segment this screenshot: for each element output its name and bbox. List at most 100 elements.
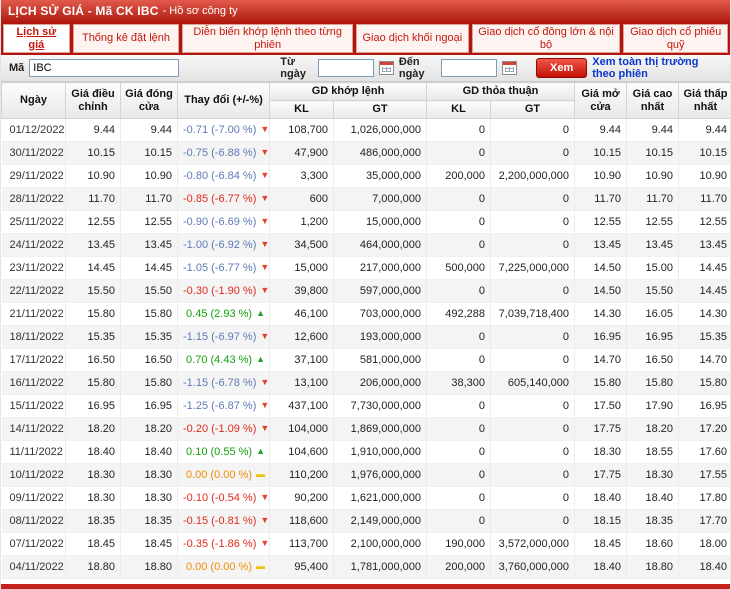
cell-change: -1.25 (-6.87 %)▼	[178, 395, 270, 418]
table-row: 29/11/202210.9010.90-0.80 (-6.84 %)▼3,30…	[2, 165, 731, 188]
cell-open-price: 10.90	[575, 165, 627, 188]
table-row: 28/11/202211.7011.70-0.85 (-6.77 %)▼6007…	[2, 188, 731, 211]
cell-change: -0.10 (-0.54 %)▼	[178, 487, 270, 510]
cell-putthrough-volume: 0	[427, 326, 491, 349]
cell-high-price: 10.90	[627, 165, 679, 188]
from-date-input[interactable]	[318, 59, 374, 77]
col-header-adjusted: Giá điều chỉnh	[66, 83, 121, 119]
cell-high-price: 17.90	[627, 395, 679, 418]
down-arrow-icon: ▼	[260, 193, 269, 203]
cell-low-price: 10.15	[679, 142, 730, 165]
cell-close-price: 15.50	[121, 280, 178, 303]
to-date-input[interactable]	[441, 59, 497, 77]
cell-high-price: 18.55	[627, 441, 679, 464]
cell-matched-value: 703,000,000	[334, 303, 427, 326]
cell-date: 21/11/2022	[2, 303, 66, 326]
cell-low-price: 15.80	[679, 372, 730, 395]
down-arrow-icon: ▼	[260, 331, 269, 341]
cell-putthrough-volume: 0	[427, 441, 491, 464]
tab-order-statistics[interactable]: Thống kê đặt lệnh	[73, 24, 180, 53]
cell-close-price: 11.70	[121, 188, 178, 211]
down-arrow-icon: ▼	[260, 285, 269, 295]
cell-adjusted-price: 15.80	[66, 303, 121, 326]
cell-low-price: 16.95	[679, 395, 730, 418]
tab-treasury-shares[interactable]: Giao dịch cổ phiếu quỹ	[623, 24, 728, 53]
tab-matched-orders-by-session[interactable]: Diễn biến khớp lệnh theo từng phiên	[182, 24, 353, 53]
cell-date: 15/11/2022	[2, 395, 66, 418]
tab-label: Giao dịch cổ đông lớn & nội bộ	[477, 26, 616, 51]
cell-putthrough-value: 0	[491, 395, 575, 418]
cell-open-price: 18.40	[575, 487, 627, 510]
cell-open-price: 17.75	[575, 464, 627, 487]
cell-putthrough-value: 7,039,718,400	[491, 303, 575, 326]
cell-adjusted-price: 18.45	[66, 533, 121, 556]
cell-putthrough-value: 7,225,000,000	[491, 257, 575, 280]
cell-change: -1.00 (-6.92 %)▼	[178, 234, 270, 257]
tab-foreign-trading[interactable]: Giao dịch khối ngoại	[356, 24, 469, 53]
up-arrow-icon: ▲	[256, 354, 265, 364]
cell-open-price: 14.70	[575, 349, 627, 372]
cell-high-price: 15.50	[627, 280, 679, 303]
cell-change: -0.85 (-6.77 %)▼	[178, 188, 270, 211]
change-value: -1.25 (-6.87 %)	[183, 400, 256, 412]
calendar-icon[interactable]	[502, 61, 517, 75]
cell-date: 18/11/2022	[2, 326, 66, 349]
cell-matched-value: 1,869,000,000	[334, 418, 427, 441]
col-header-high: Giá cao nhất	[627, 83, 679, 119]
cell-adjusted-price: 18.80	[66, 556, 121, 579]
change-value: -0.15 (-0.81 %)	[183, 515, 256, 527]
cell-matched-volume: 90,200	[270, 487, 334, 510]
cell-low-price: 13.45	[679, 234, 730, 257]
cell-putthrough-value: 0	[491, 188, 575, 211]
col-header-low: Giá thấp nhất	[679, 83, 730, 119]
cell-low-price: 17.80	[679, 487, 730, 510]
view-button[interactable]: Xem	[536, 58, 587, 78]
cell-putthrough-volume: 38,300	[427, 372, 491, 395]
cell-low-price: 10.90	[679, 165, 730, 188]
down-arrow-icon: ▼	[260, 423, 269, 433]
cell-open-price: 16.95	[575, 326, 627, 349]
cell-matched-value: 7,730,000,000	[334, 395, 427, 418]
cell-adjusted-price: 9.44	[66, 119, 121, 142]
symbol-input[interactable]	[29, 59, 179, 77]
cell-close-price: 15.80	[121, 372, 178, 395]
cell-adjusted-price: 11.70	[66, 188, 121, 211]
page-title: LỊCH SỬ GIÁ - Mã CK IBC	[8, 4, 159, 18]
cell-high-price: 18.30	[627, 464, 679, 487]
cell-putthrough-value: 0	[491, 441, 575, 464]
cell-matched-value: 206,000,000	[334, 372, 427, 395]
cell-change: -0.75 (-6.88 %)▼	[178, 142, 270, 165]
cell-high-price: 18.80	[627, 556, 679, 579]
table-row: 01/12/20229.449.44-0.71 (-7.00 %)▼108,70…	[2, 119, 731, 142]
cell-adjusted-price: 10.90	[66, 165, 121, 188]
whole-market-link[interactable]: Xem toàn thị trường theo phiên	[592, 56, 716, 80]
cell-matched-volume: 104,000	[270, 418, 334, 441]
cell-matched-volume: 12,600	[270, 326, 334, 349]
table-row: 09/11/202218.3018.30-0.10 (-0.54 %)▼90,2…	[2, 487, 731, 510]
cell-low-price: 14.45	[679, 280, 730, 303]
change-value: -1.05 (-6.77 %)	[183, 262, 256, 274]
cell-date: 29/11/2022	[2, 165, 66, 188]
cell-date: 22/11/2022	[2, 280, 66, 303]
cell-close-price: 15.80	[121, 303, 178, 326]
cell-putthrough-volume: 0	[427, 464, 491, 487]
tab-insider-trading[interactable]: Giao dịch cổ đông lớn & nội bộ	[472, 24, 621, 53]
cell-adjusted-price: 10.15	[66, 142, 121, 165]
cell-matched-volume: 437,100	[270, 395, 334, 418]
table-row: 10/11/202218.3018.300.00 (0.00 %)▬110,20…	[2, 464, 731, 487]
col-header-close: Giá đóng cửa	[121, 83, 178, 119]
calendar-icon[interactable]	[379, 61, 394, 75]
table-body: 01/12/20229.449.44-0.71 (-7.00 %)▼108,70…	[2, 119, 731, 579]
cell-putthrough-value: 0	[491, 487, 575, 510]
cell-change: 0.00 (0.00 %)▬	[178, 464, 270, 487]
tab-bar: Lịch sử giá Thống kê đặt lệnh Diễn biến …	[1, 22, 730, 55]
tab-price-history[interactable]: Lịch sử giá	[3, 24, 70, 53]
cell-low-price: 17.55	[679, 464, 730, 487]
from-date-label: Từ ngày	[280, 56, 313, 80]
cell-putthrough-volume: 0	[427, 418, 491, 441]
cell-open-price: 12.55	[575, 211, 627, 234]
cell-high-price: 15.80	[627, 372, 679, 395]
cell-putthrough-volume: 492,288	[427, 303, 491, 326]
table-row: 14/11/202218.2018.20-0.20 (-1.09 %)▼104,…	[2, 418, 731, 441]
cell-high-price: 18.20	[627, 418, 679, 441]
